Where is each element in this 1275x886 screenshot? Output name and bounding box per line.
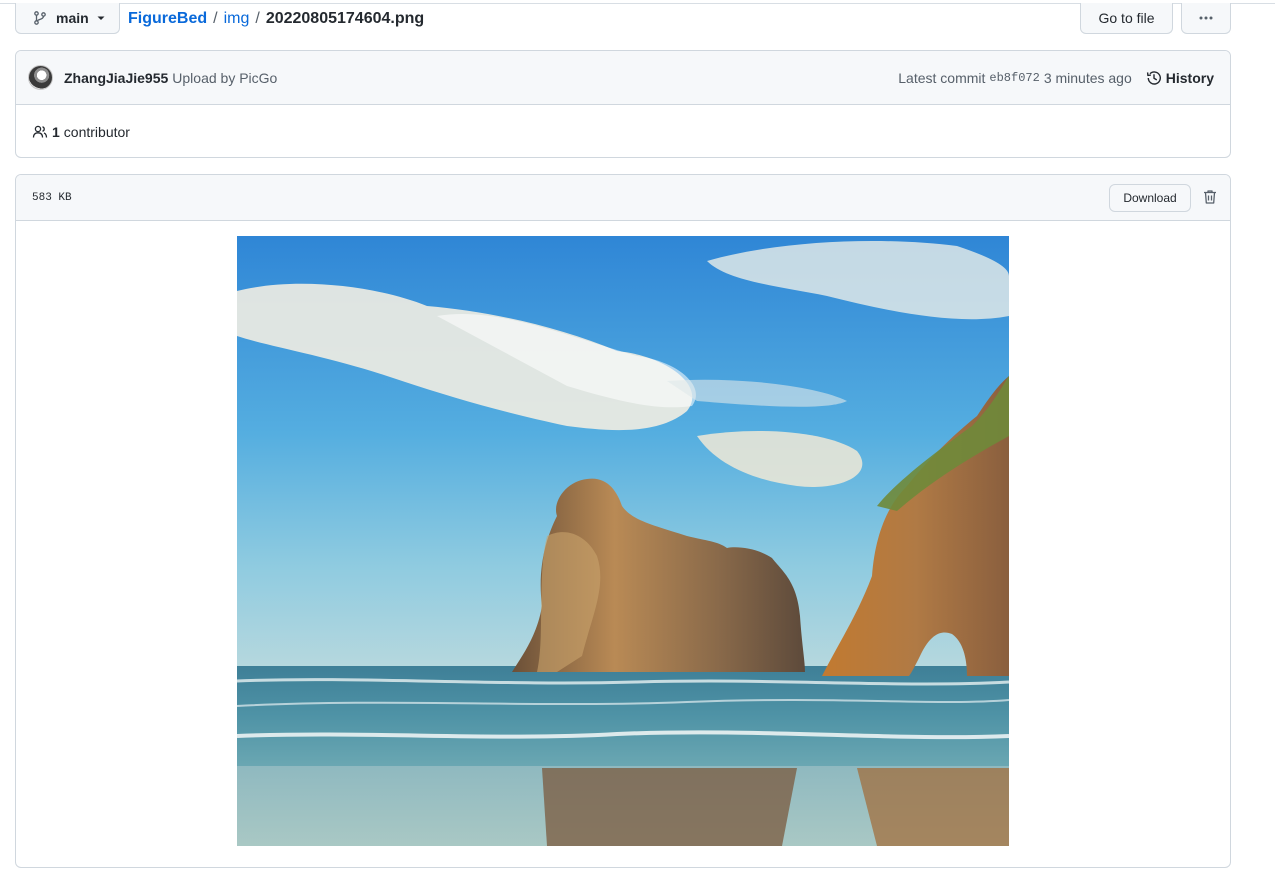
contributor-label: contributor — [63, 123, 130, 140]
landscape-image — [237, 236, 1009, 846]
file-viewer: 583 KB Download — [15, 174, 1231, 868]
go-to-file-button[interactable]: Go to file — [1080, 3, 1173, 34]
kebab-horizontal-icon — [1199, 16, 1213, 20]
commit-sha-link[interactable]: eb8f072 — [989, 71, 1039, 85]
more-options-button[interactable] — [1181, 3, 1231, 34]
commit-author-link[interactable]: ZhangJiaJie955 — [64, 70, 168, 86]
contributors-row[interactable]: 1 contributor — [16, 105, 1230, 157]
breadcrumb-folder-link[interactable]: img — [224, 10, 250, 28]
latest-commit-label: Latest commit — [898, 70, 986, 86]
branch-label: main — [56, 10, 89, 26]
image-preview — [237, 236, 1009, 846]
file-navigation: main FigureBed / img / 20220805174604.pn… — [15, 3, 1231, 34]
breadcrumb-separator: / — [213, 10, 218, 27]
file-header: 583 KB Download — [16, 175, 1230, 221]
commit-header: ZhangJiaJie955 Upload by PicGo Latest co… — [16, 51, 1230, 105]
contributor-count: 1 — [52, 123, 60, 140]
file-size: 583 KB — [32, 191, 72, 204]
commit-meta: Latest commit eb8f072 3 minutes ago Hist… — [898, 51, 1214, 105]
breadcrumb-repo-link[interactable]: FigureBed — [128, 10, 207, 28]
branch-select-button[interactable]: main — [15, 3, 120, 34]
commit-time: 3 minutes ago — [1043, 70, 1132, 86]
trash-icon — [1204, 190, 1216, 204]
people-icon — [32, 125, 48, 138]
history-clock-icon — [1146, 71, 1161, 85]
breadcrumb-separator: / — [255, 10, 260, 27]
git-branch-icon — [34, 11, 46, 25]
history-link[interactable]: History — [1146, 70, 1214, 86]
latest-commit-box: ZhangJiaJie955 Upload by PicGo Latest co… — [15, 50, 1231, 158]
commit-message[interactable]: Upload by PicGo — [172, 70, 277, 86]
breadcrumb-file-name: 20220805174604.png — [265, 10, 425, 27]
download-button[interactable]: Download — [1109, 184, 1191, 212]
delete-file-button[interactable] — [1200, 187, 1220, 207]
breadcrumb: FigureBed / img / 20220805174604.png — [128, 10, 424, 28]
avatar[interactable] — [28, 65, 53, 90]
triangle-down-icon — [97, 16, 105, 20]
history-label: History — [1165, 70, 1214, 86]
